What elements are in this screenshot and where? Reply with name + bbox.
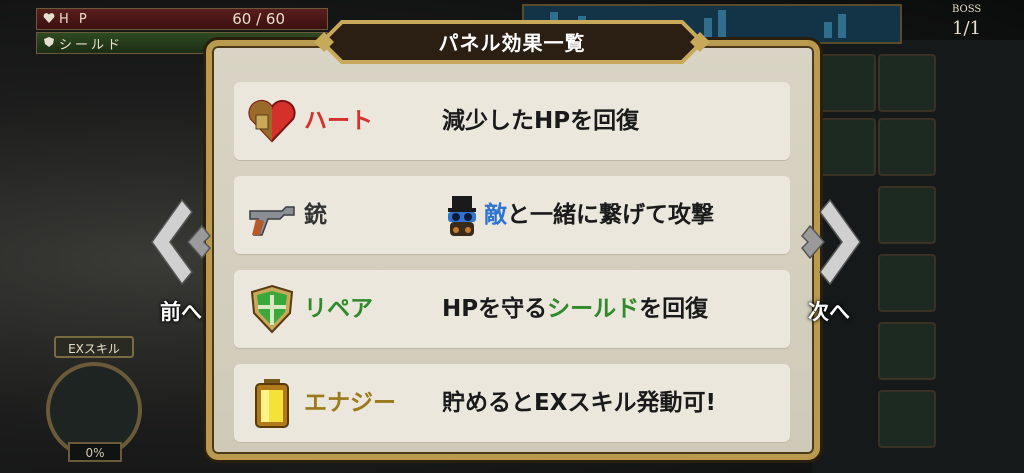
- effect-row-repair: リペア HPを守るシールドを回復: [234, 270, 790, 348]
- effect-desc-energy: 貯めるとEXスキル発動可!: [442, 390, 716, 416]
- dialog-title: パネル効果一覧: [438, 31, 586, 55]
- next-button[interactable]: 次へ: [808, 296, 850, 326]
- ex-skill-percent: 0%: [68, 442, 122, 462]
- effect-row-energy: エナジー 貯めるとEXスキル発動可!: [234, 364, 790, 442]
- shield-small-icon: [44, 37, 54, 47]
- board-cell: [878, 322, 936, 380]
- shield-icon: [250, 284, 294, 334]
- board-cell: [878, 54, 936, 112]
- effect-name-heart: ハート: [304, 108, 373, 134]
- chevron-right-icon[interactable]: [800, 196, 864, 288]
- board-cell: [818, 54, 876, 112]
- gun-icon: [249, 206, 295, 236]
- board-cell: [878, 390, 936, 448]
- boss-counter: BOSS 1/1: [944, 2, 1014, 42]
- ex-skill-gauge[interactable]: EXスキル 0%: [32, 334, 158, 473]
- boss-label: BOSS: [952, 4, 982, 15]
- enemy-icon: [448, 195, 476, 236]
- heart-icon: [43, 13, 55, 23]
- boss-count: 1/1: [952, 18, 981, 39]
- effect-name-energy: エナジー: [304, 390, 396, 416]
- board-cell: [818, 118, 876, 176]
- hp-value: 60 / 60: [232, 10, 285, 28]
- chevron-left-icon[interactable]: [148, 196, 212, 288]
- battery-icon: [255, 379, 289, 428]
- effect-desc-repair: HPを守るシールドを回復: [442, 296, 709, 322]
- board-cell: [878, 254, 936, 312]
- board-cell: [878, 118, 936, 176]
- effect-row-gun: 銃 敵と一緒に繋げて攻撃: [234, 176, 790, 254]
- effect-name-repair: リペア: [304, 296, 373, 322]
- board-cell: [878, 186, 936, 244]
- effect-name-gun: 銃: [304, 202, 327, 228]
- hp-bar: H P 60 / 60: [36, 8, 328, 30]
- prev-button[interactable]: 前へ: [160, 296, 202, 326]
- effect-desc-gun: 敵と一緒に繋げて攻撃: [442, 176, 714, 254]
- effect-desc-heart: 減少したHPを回復: [442, 108, 640, 134]
- ex-skill-label: EXスキル: [54, 336, 134, 358]
- heart-icon: [248, 99, 296, 143]
- effect-row-heart: ハート 減少したHPを回復: [234, 82, 790, 160]
